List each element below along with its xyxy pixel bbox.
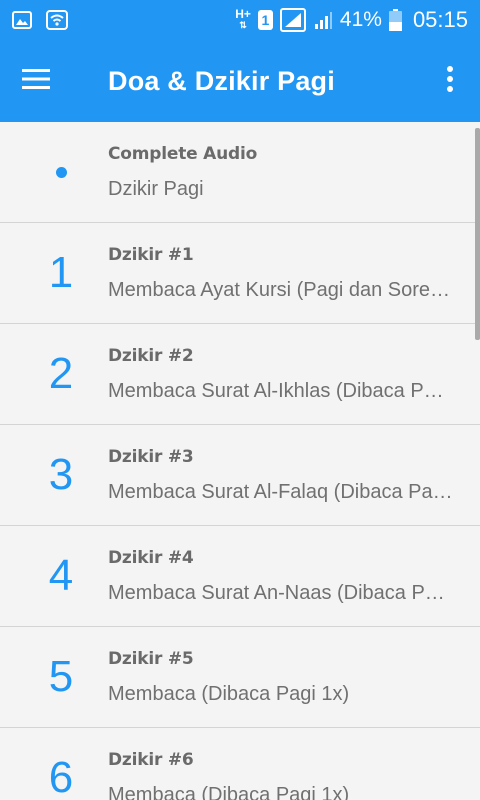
more-vert-icon — [446, 65, 454, 97]
hamburger-icon — [22, 68, 50, 94]
scrollbar[interactable] — [475, 128, 480, 340]
list-item-title: Dzikir #1 — [108, 245, 194, 265]
network-type-icon: H+ ⇅ — [235, 7, 251, 30]
list-item-title: Dzikir #4 — [108, 548, 194, 568]
menu-button[interactable] — [0, 40, 72, 122]
list-item-number: 5 — [48, 652, 74, 701]
dzikir-list: Complete Audio Dzikir Pagi 1 Dzikir #1 M… — [0, 122, 480, 800]
list-item-title: Dzikir #6 — [108, 750, 194, 770]
list-item-subtitle: Membaca (Dibaca Pagi 1x) — [108, 683, 350, 705]
list-item-marker — [0, 122, 122, 222]
bullet-dot-icon — [55, 166, 67, 178]
list-item-number: 2 — [48, 349, 74, 398]
list-item-subtitle: Membaca Surat An-Naas (Dibaca P… — [108, 582, 445, 604]
sim-slot-icon: 1 — [257, 10, 273, 30]
battery-percent: 41% — [339, 8, 382, 31]
list-item-number: 6 — [48, 753, 74, 800]
list-item[interactable]: 5 Dzikir #5 Membaca (Dibaca Pagi 1x) — [0, 627, 480, 728]
list-item-complete-audio[interactable]: Complete Audio Dzikir Pagi — [0, 122, 480, 223]
image-icon — [12, 11, 32, 29]
sim-slot-label: 1 — [261, 12, 270, 28]
page-title: Doa & Dzikir Pagi — [108, 65, 335, 96]
list-item-subtitle: Membaca (Dibaca Pagi 1x) — [108, 784, 350, 800]
list-item-subtitle: Dzikir Pagi — [108, 178, 204, 200]
battery-icon — [388, 9, 402, 31]
signal-icon-2 — [313, 10, 333, 30]
list-item-subtitle: Membaca Surat Al-Ikhlas (Dibaca P… — [108, 380, 444, 402]
list-item-title: Dzikir #2 — [108, 346, 194, 366]
list-item[interactable]: 3 Dzikir #3 Membaca Surat Al-Falaq (Diba… — [0, 425, 480, 526]
list-item-subtitle: Membaca Ayat Kursi (Pagi dan Sore… — [108, 279, 451, 301]
list-item[interactable]: 4 Dzikir #4 Membaca Surat An-Naas (Dibac… — [0, 526, 480, 627]
list-item-number: 1 — [48, 248, 74, 297]
list-item[interactable]: 6 Dzikir #6 Membaca (Dibaca Pagi 1x) — [0, 728, 480, 800]
list-item-number: 3 — [48, 450, 74, 499]
list-item-subtitle: Membaca Surat Al-Falaq (Dibaca Pa… — [108, 481, 453, 503]
list-item[interactable]: 1 Dzikir #1 Membaca Ayat Kursi (Pagi dan… — [0, 223, 480, 324]
clock-time: 05:15 — [412, 7, 468, 32]
wifi-icon — [46, 10, 68, 30]
signal-icon — [279, 8, 306, 32]
status-bar: H+ ⇅ 1 41% 05:15 — [0, 0, 480, 40]
list-item-title: Dzikir #3 — [108, 447, 194, 467]
network-type-label: H+ — [235, 7, 251, 21]
list-item-title: Complete Audio — [108, 144, 258, 164]
list-item-title: Dzikir #5 — [108, 649, 194, 669]
list-item-number: 4 — [48, 551, 74, 600]
app-bar: Doa & Dzikir Pagi — [0, 40, 480, 122]
list-item[interactable]: 2 Dzikir #2 Membaca Surat Al-Ikhlas (Dib… — [0, 324, 480, 425]
overflow-menu-button[interactable] — [420, 40, 480, 122]
